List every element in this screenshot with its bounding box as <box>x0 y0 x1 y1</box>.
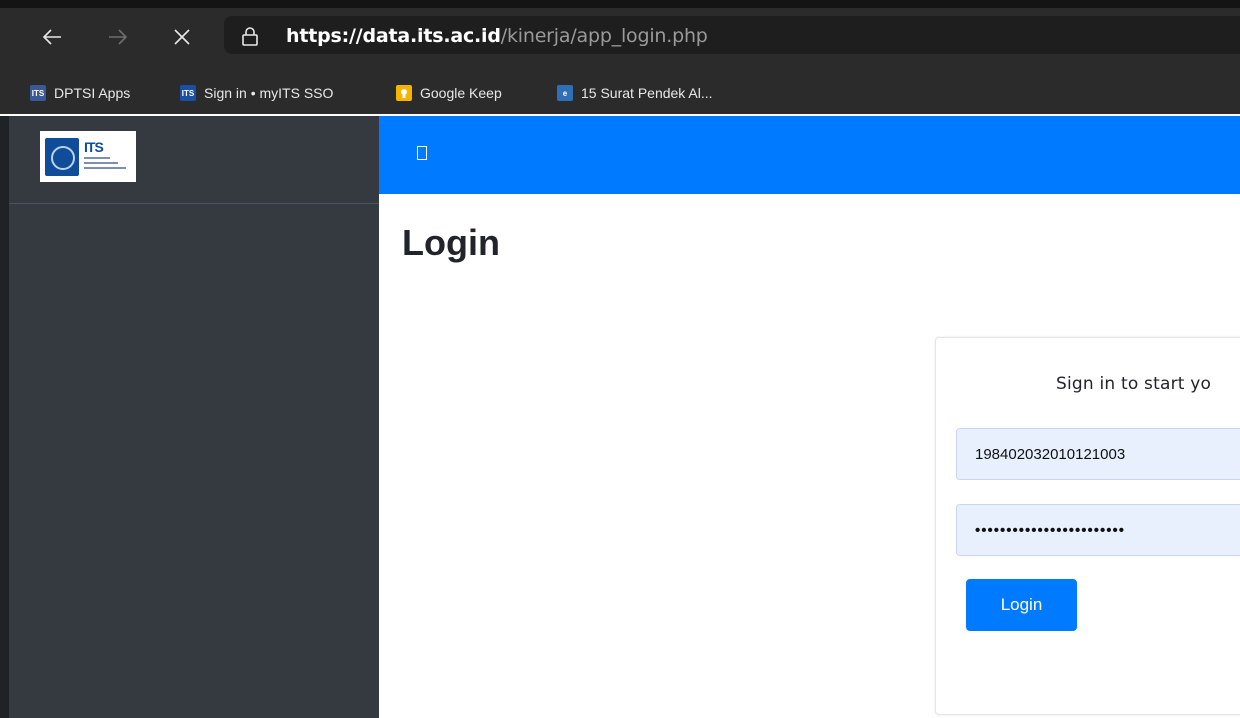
login-card: Sign in to start yo 198402032010121003 •… <box>935 337 1240 715</box>
url-host: data.its.ac.id <box>362 25 501 47</box>
url-text: https://data.its.ac.id/kinerja/app_login… <box>286 25 708 47</box>
page-title: Login <box>402 222 500 263</box>
back-button[interactable] <box>40 25 64 49</box>
bookmarks-bar: ITS DPTSI Apps ITS Sign in • myITS SSO G… <box>0 74 1240 114</box>
arrow-left-icon <box>42 29 61 45</box>
bookmark-label: DPTSI Apps <box>54 85 131 101</box>
close-icon <box>174 29 190 45</box>
bookmark-icon: e <box>557 85 573 101</box>
its-seal-icon <box>45 138 79 176</box>
sidebar-toggle-icon[interactable] <box>417 146 427 160</box>
bookmark-label: 15 Surat Pendek Al... <box>581 85 713 101</box>
window-top-strip <box>0 0 1240 8</box>
bookmark-label: Google Keep <box>420 85 502 101</box>
url-path: /kinerja/app_login.php <box>500 25 708 47</box>
username-input[interactable]: 198402032010121003 <box>956 428 1240 480</box>
url-scheme: https:// <box>286 25 363 47</box>
brand-area[interactable]: ITS <box>9 116 379 204</box>
logo-subtitle-lines <box>84 157 126 172</box>
browser-toolbar: https://data.its.ac.id/kinerja/app_login… <box>0 8 1240 74</box>
address-bar[interactable]: https://data.its.ac.id/kinerja/app_login… <box>224 16 1240 54</box>
its-icon: ITS <box>30 85 46 101</box>
login-button[interactable]: Login <box>966 579 1077 631</box>
logo-text: ITS <box>84 139 104 155</box>
login-message: Sign in to start yo <box>1056 374 1212 394</box>
arrow-right-icon <box>109 29 128 45</box>
sidebar-edge <box>0 116 9 718</box>
lock-icon <box>242 27 258 46</box>
forward-button[interactable] <box>106 25 130 49</box>
bookmark-google-keep[interactable]: Google Keep <box>396 82 502 104</box>
bookmark-label: Sign in • myITS SSO <box>204 85 334 101</box>
bookmark-myits-sso[interactable]: ITS Sign in • myITS SSO <box>180 82 333 104</box>
bookmark-surat-pendek[interactable]: e 15 Surat Pendek Al... <box>557 82 713 104</box>
its-logo[interactable]: ITS <box>40 131 136 182</box>
its-icon: ITS <box>180 85 196 101</box>
google-keep-icon <box>396 85 412 101</box>
stop-button[interactable] <box>170 25 194 49</box>
bookmark-dptsi-apps[interactable]: ITS DPTSI Apps <box>30 82 130 104</box>
sidebar: ITS <box>0 116 379 718</box>
password-input[interactable]: •••••••••••••••••••••••• <box>956 504 1240 556</box>
top-navbar <box>379 116 1240 194</box>
